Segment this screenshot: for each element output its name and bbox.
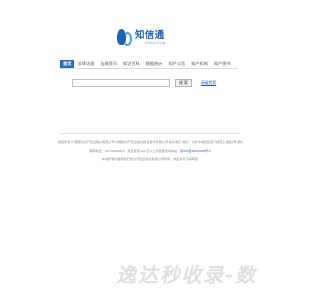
nav-item-news[interactable]: 法规资讯 [97,60,120,68]
search-button[interactable]: 搜 索 [175,79,192,87]
nav-item-encyclopedia[interactable]: 知识百科 [120,60,143,68]
nav-item-home[interactable]: 首页 [60,60,75,68]
page-footer: 版权所有 © 国家知识产权出版社有限公司 中国知识产权出版社信息技术有限公司 联… [58,138,242,164]
search-input[interactable] [72,79,170,87]
icp-link[interactable]: 京ICP备11026438号-2 [180,149,211,153]
nav-item-statistics[interactable]: 数据统计 [143,60,166,68]
footer-divider [60,133,240,134]
watermark: 逸达秒收录-数 [116,263,257,287]
nav-item-announcements[interactable]: 知产公告 [165,60,188,68]
nav-item-agencies[interactable]: 知产机构 [188,60,211,68]
advanced-search-link[interactable]: 高级检索 [201,81,216,86]
logo-en: ZhiXinTong [145,40,166,46]
logo-cn: 知信通 [135,29,165,41]
footer-contact: 客服电话：010-82000860 · 建议使用 IE8 及以上浏览器访问本站 … [58,147,242,156]
logo-text: 知信通 ZhiXinTong [135,31,165,46]
site-logo[interactable]: 知信通 ZhiXinTong [117,25,183,51]
footer-contact-text: 客服电话：010-82000860 · 建议使用 IE8 及以上浏览器访问本站 … [89,148,179,153]
footer-copyright: 版权所有 © 国家知识产权出版社有限公司 中国知识产权出版社信息技术有限公司 联… [58,140,242,144]
logo-icon [117,28,133,48]
main-navbar: 首页 法律法规 法规资讯 知识百科 数据统计 知产公告 知产机构 知产图书 [60,58,238,69]
nav-item-books[interactable]: 知产图书 [211,60,234,68]
footer-notice: 本站所有内容版权归知识产权出版社有限公司所有，未经许可不得转载 [102,157,198,162]
search-bar: 搜 索 高级检索 [72,79,216,87]
nav-item-laws[interactable]: 法律法规 [74,60,97,68]
